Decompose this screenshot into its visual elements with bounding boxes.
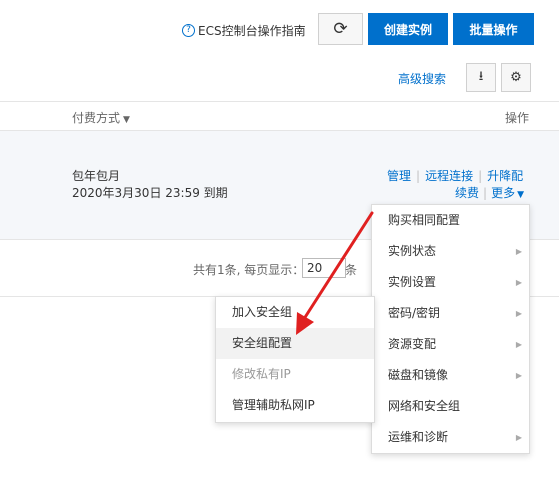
pagination-unit: 条: [345, 263, 358, 277]
gear-icon: ⚙: [510, 70, 522, 85]
menu-item-label: 实例状态: [388, 244, 437, 258]
menu-item-instance-settings[interactable]: 实例设置 ▶: [372, 267, 529, 298]
more-link[interactable]: 更多: [491, 186, 515, 200]
column-header-operations: 操作: [505, 111, 530, 125]
menu-item-label: 密码/密钥: [388, 306, 441, 320]
submenu-item-join-security-group[interactable]: 加入安全组: [216, 297, 374, 328]
menu-item-label: 购买相同配置: [388, 213, 461, 227]
pay-type-value: 包年包月: [72, 169, 121, 183]
menu-item-label: 网络和安全组: [388, 399, 461, 413]
menu-item-label: 实例设置: [388, 275, 437, 289]
pagination-total: 共有1条, 每页显示：: [193, 263, 305, 277]
menu-item-label: 资源变配: [388, 337, 437, 351]
menu-item-ops-diagnosis[interactable]: 运维和诊断 ▶: [372, 422, 529, 453]
column-header-label: 付费方式: [72, 111, 121, 125]
settings-button[interactable]: ⚙: [501, 63, 531, 92]
menu-item-resource-change[interactable]: 资源变配 ▶: [372, 329, 529, 360]
menu-item-label: 运维和诊断: [388, 430, 449, 444]
separator: |: [478, 169, 483, 183]
chevron-right-icon: ▶: [515, 247, 522, 256]
row-operations: 管理 | 远程连接 | 升降配: [387, 167, 523, 184]
submenu-item-modify-private-ip: 修改私有IP: [216, 359, 374, 390]
chevron-right-icon: ▶: [515, 371, 522, 380]
page-size-select[interactable]: 20: [302, 258, 346, 278]
create-instance-button[interactable]: 创建实例: [368, 13, 448, 45]
refresh-button[interactable]: ⟳: [318, 13, 363, 45]
security-group-submenu: 加入安全组 安全组配置 修改私有IP 管理辅助私网IP: [215, 296, 375, 423]
separator: |: [416, 169, 421, 183]
advanced-search-link[interactable]: 高级搜索: [398, 70, 446, 87]
batch-operation-button[interactable]: 批量操作: [453, 13, 534, 45]
menu-item-label: 磁盘和镜像: [388, 368, 449, 382]
more-actions-menu: 购买相同配置 实例状态 ▶ 实例设置 ▶ 密码/密钥 ▶ 资源变配 ▶ 磁盘和镜…: [371, 204, 530, 454]
menu-item-label: 管理辅助私网IP: [232, 398, 315, 412]
submenu-item-manage-secondary-ip[interactable]: 管理辅助私网IP: [216, 390, 374, 421]
help-icon: ?: [182, 23, 195, 37]
renew-link[interactable]: 续费: [455, 186, 479, 200]
expire-time-value: 2020年3月30日 23:59 到期: [72, 186, 228, 200]
menu-item-instance-status[interactable]: 实例状态 ▶: [372, 236, 529, 267]
remote-connect-link[interactable]: 远程连接: [425, 169, 473, 183]
guide-label: ECS控制台操作指南: [198, 23, 306, 38]
menu-item-disk-image[interactable]: 磁盘和镜像 ▶: [372, 360, 529, 391]
refresh-icon: ⟳: [333, 19, 348, 39]
chevron-right-icon: ▶: [515, 278, 522, 287]
menu-item-label: 修改私有IP: [232, 367, 291, 381]
separator: |: [483, 186, 488, 200]
row-operations-secondary: 续费 | 更多 ▼: [455, 184, 524, 201]
upgrade-downgrade-link[interactable]: 升降配: [487, 169, 523, 183]
chevron-right-icon: ▶: [515, 309, 522, 318]
caret-down-icon: ▼: [517, 190, 524, 200]
menu-item-buy-same-config[interactable]: 购买相同配置: [372, 205, 529, 236]
caret-down-icon: ▼: [123, 115, 130, 125]
menu-item-label: 加入安全组: [232, 305, 293, 319]
export-icon: ⭳: [478, 68, 484, 84]
submenu-item-security-group-config[interactable]: 安全组配置: [216, 328, 374, 359]
export-button[interactable]: ⭳: [466, 63, 496, 92]
menu-item-network-security-group[interactable]: 网络和安全组: [372, 391, 529, 422]
menu-item-label: 安全组配置: [232, 336, 293, 350]
menu-item-password-key[interactable]: 密码/密钥 ▶: [372, 298, 529, 329]
chevron-right-icon: ▶: [515, 433, 522, 442]
ecs-guide-link[interactable]: ? ECS控制台操作指南: [182, 22, 306, 38]
column-header-pay-type[interactable]: 付费方式 ▼: [72, 109, 130, 126]
chevron-right-icon: ▶: [515, 340, 522, 349]
manage-link[interactable]: 管理: [387, 169, 411, 183]
